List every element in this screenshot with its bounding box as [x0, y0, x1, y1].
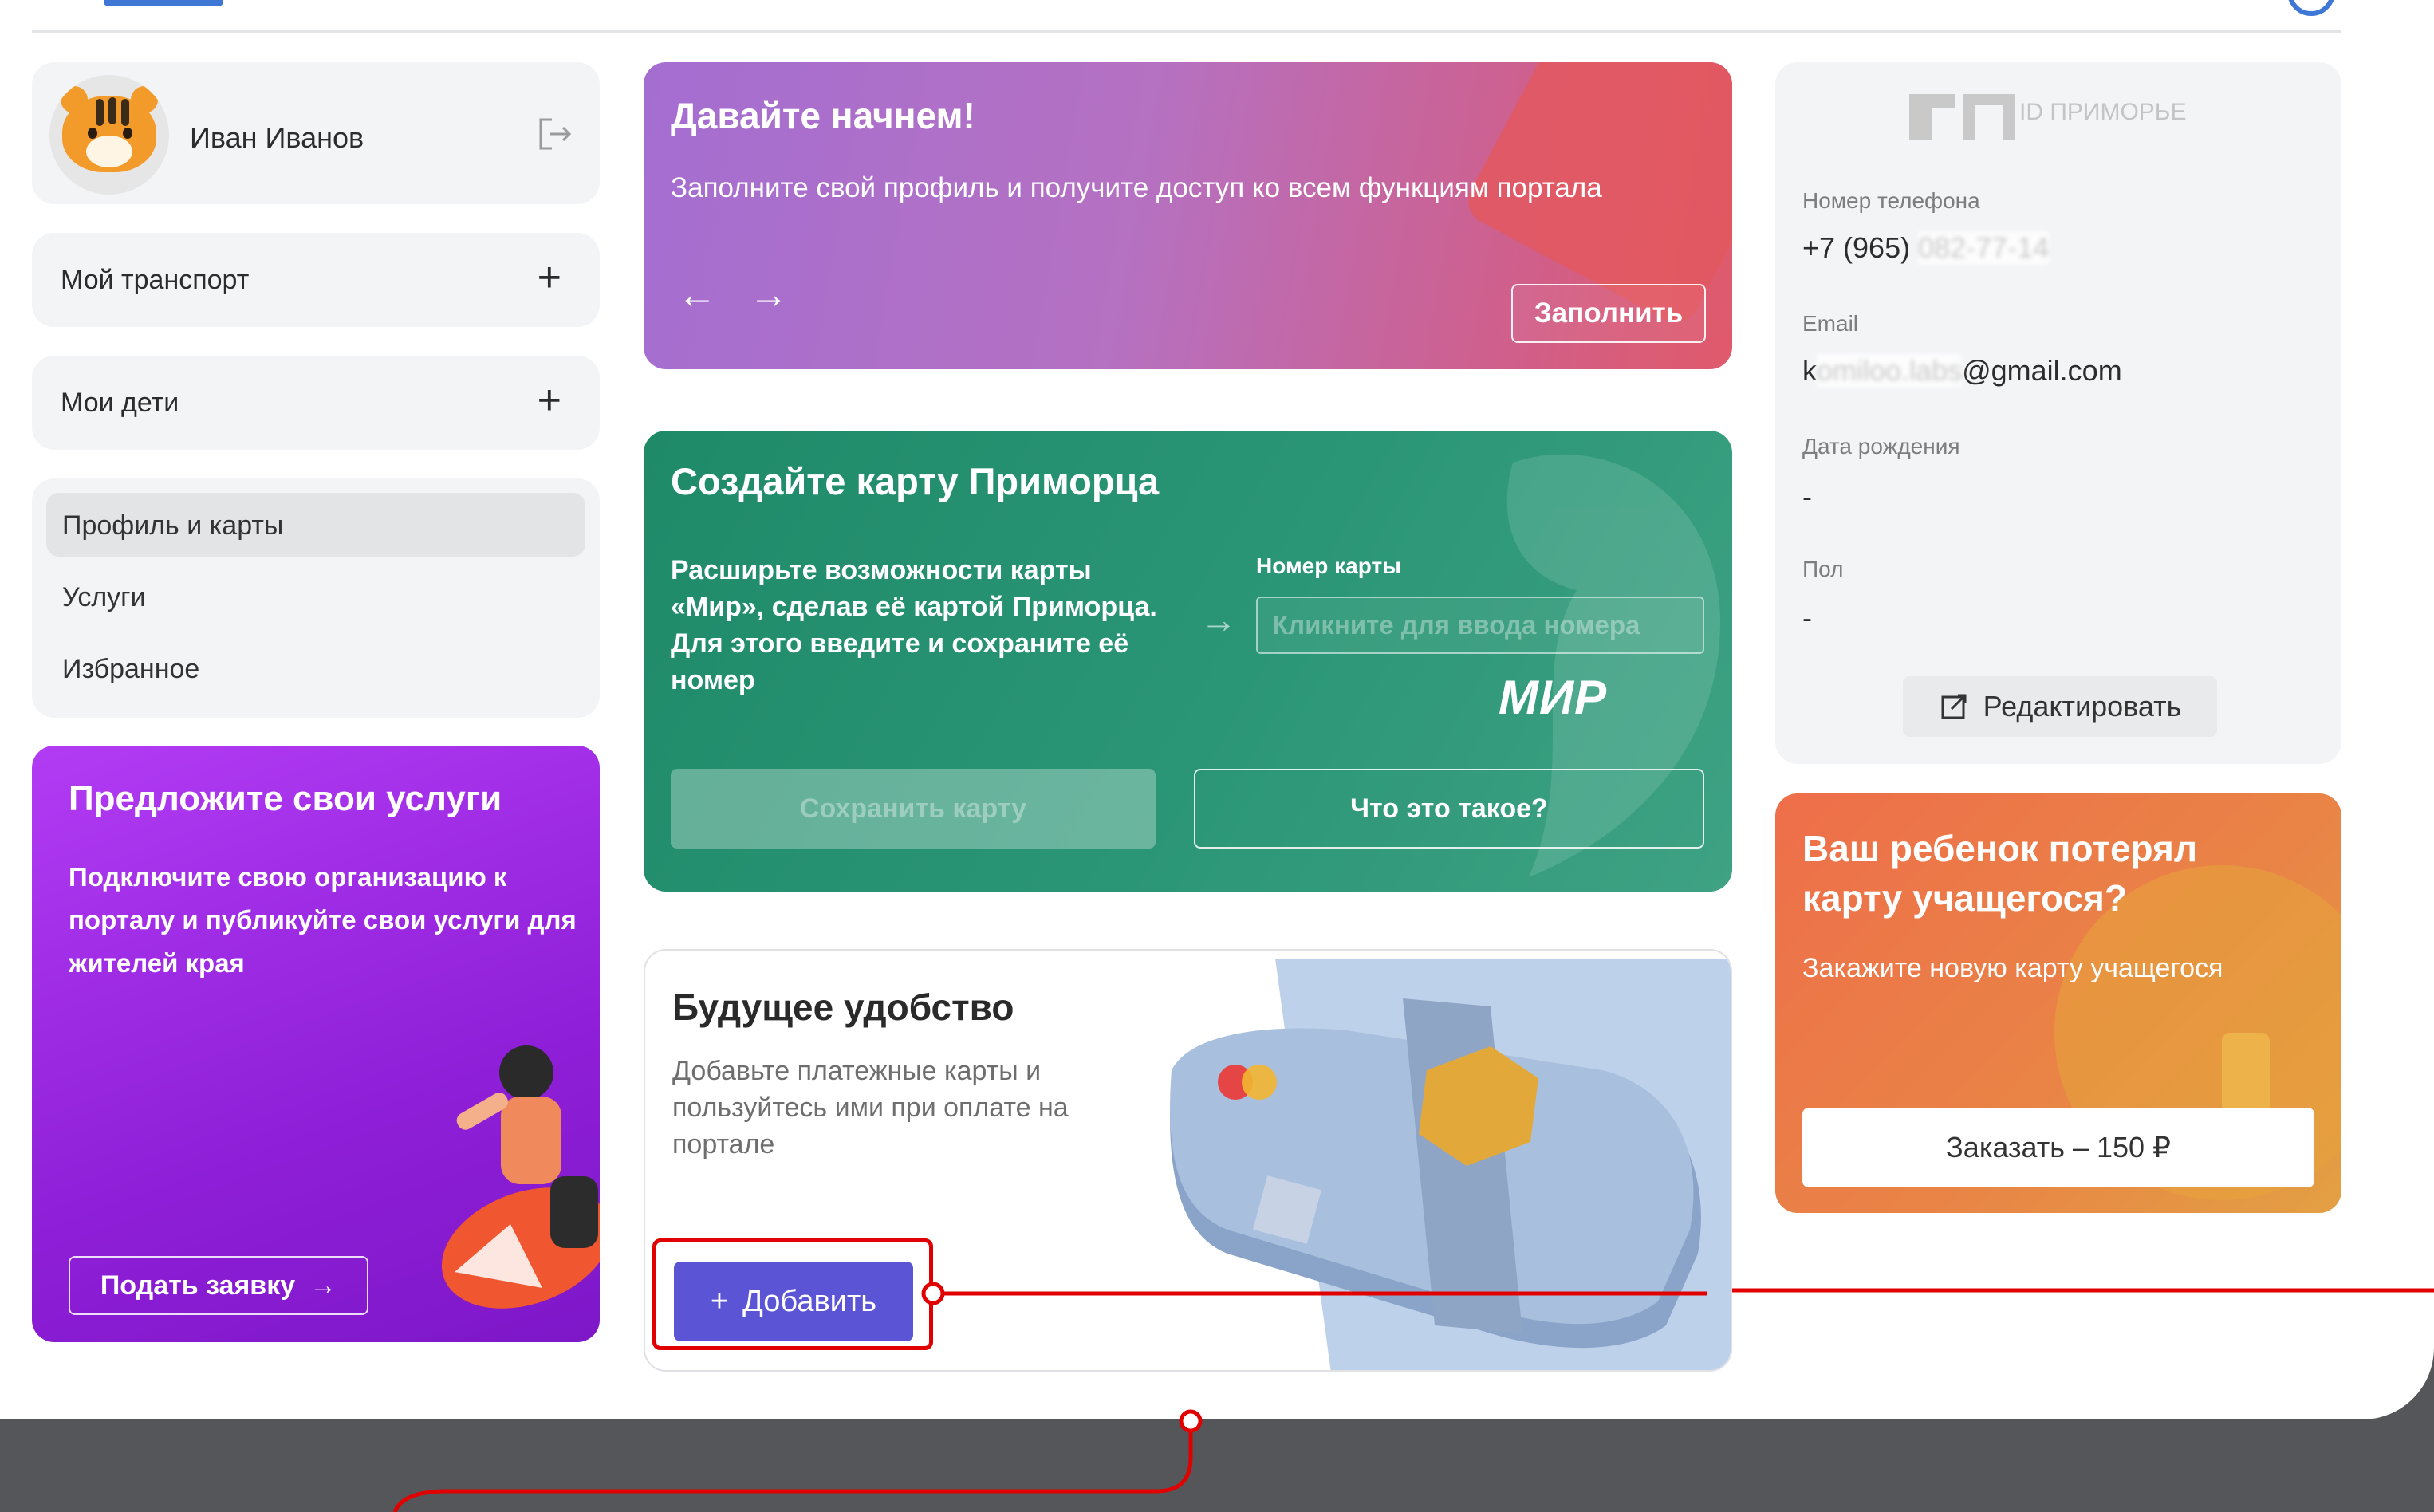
nav-item-label: Избранное: [62, 654, 200, 684]
nav-item-label: Профиль и карты: [62, 510, 284, 541]
my-transport-label: Мой транспорт: [61, 265, 250, 295]
my-children-row[interactable]: Мои дети +: [32, 356, 600, 450]
card-number-label: Номер карты: [1256, 553, 1402, 578]
lost-student-card-banner: Ваш ребенок потерял карту учащегося? Зак…: [1775, 793, 2341, 1213]
avatar[interactable]: [49, 75, 169, 195]
edit-icon: [1941, 694, 1967, 719]
side-nav: Профиль и карты Услуги Избранное: [32, 478, 600, 718]
tiger-eye: [88, 128, 97, 139]
profile-info-card: ID ПРИМОРЬЕ Номер телефона +7 (965) 082-…: [1775, 62, 2341, 764]
email-hidden-part: omiloo.labs: [1817, 354, 1963, 388]
primorets-card-banner: Создайте карту Приморца Расширьте возмож…: [644, 431, 1732, 892]
mir-card-text: Расширьте возможности карты «Мир», сдела…: [671, 555, 1157, 695]
header-logo-fragment: [104, 0, 223, 6]
email-label: Email: [1802, 311, 1859, 336]
fill-profile-button[interactable]: Заполнить: [1511, 284, 1706, 343]
nav-item-services[interactable]: Услуги: [46, 565, 585, 628]
header-avatar-fragment[interactable]: [2287, 0, 2335, 16]
future-title: Будущее удобство: [672, 986, 1014, 1028]
tiger-stripe: [121, 99, 129, 126]
birthdate-label: Дата рождения: [1802, 434, 1960, 459]
email-suffix: @gmail.com: [1962, 354, 2122, 387]
nav-item-label: Услуги: [62, 582, 146, 612]
get-started-title: Давайте начнем!: [671, 95, 975, 136]
logout-icon[interactable]: [534, 113, 576, 155]
add-child-plus-icon[interactable]: +: [538, 380, 561, 421]
header-divider: [32, 30, 2341, 33]
what-is-this-button[interactable]: Что это такое?: [1194, 769, 1704, 849]
arrow-left-icon[interactable]: ←: [677, 271, 717, 317]
user-name: Иван Иванов: [190, 121, 364, 154]
get-started-banner: Давайте начнем! Заполните свой профиль и…: [644, 62, 1732, 369]
phone-label: Номер телефона: [1802, 188, 1980, 213]
lost-card-text: Закажите новую карту учащегося: [1802, 953, 2223, 983]
my-children-label: Мои дети: [61, 388, 179, 418]
offer-services-card: Предложите свои услуги Подключите свою о…: [32, 746, 600, 1342]
lost-card-title: Ваш ребенок потерял карту учащегося?: [1802, 828, 2198, 919]
email-prefix: k: [1802, 354, 1817, 387]
rocket-rider-illustration: [441, 1045, 600, 1309]
apply-button-label: Подать заявку: [100, 1270, 296, 1301]
future-text: Добавьте платежные карты и пользуйтесь и…: [672, 1056, 1069, 1160]
profile-page: Иван Иванов Мой транспорт + Мои дети + П…: [0, 0, 2434, 1419]
arrow-right-icon[interactable]: →: [749, 271, 789, 317]
gender-value: -: [1802, 601, 1812, 634]
offer-title: Предложите свои услуги: [69, 779, 502, 818]
payment-cards-illustration: [1170, 959, 1731, 1370]
arrow-right-icon: →: [1200, 599, 1237, 640]
tiger-muzzle: [86, 136, 132, 167]
mir-logo: МИР: [1499, 671, 1608, 724]
birthdate-value: -: [1802, 480, 1812, 513]
nav-item-favorites[interactable]: Избранное: [46, 636, 585, 700]
phone-value: +7 (965) 082-77-14: [1802, 231, 2050, 265]
edit-profile-button[interactable]: Редактировать: [1903, 676, 2217, 737]
offer-text: Подключите свою организацию к порталу и …: [69, 862, 577, 978]
get-started-text: Заполните свой профиль и получите доступ…: [671, 172, 1602, 203]
save-card-button[interactable]: Сохранить карту: [671, 769, 1156, 849]
card-number-input[interactable]: [1256, 597, 1704, 654]
my-transport-row[interactable]: Мой транспорт +: [32, 233, 600, 327]
email-value: komiloo.labs@gmail.com: [1802, 354, 2122, 388]
phone-hidden-part: 082-77-14: [1918, 231, 2050, 265]
phone-visible-part: +7 (965): [1802, 231, 1911, 264]
tiger-stripe: [96, 99, 104, 126]
gender-label: Пол: [1802, 557, 1844, 581]
tiger-stripe: [108, 97, 116, 124]
tiger-eye: [123, 128, 132, 139]
order-card-button[interactable]: Заказать – 150 ₽: [1802, 1108, 2314, 1187]
add-transport-plus-icon[interactable]: +: [538, 257, 561, 298]
arrow-right-icon: →: [309, 1270, 337, 1301]
user-card: Иван Иванов: [32, 62, 600, 204]
add-button-highlight-frame: [652, 1238, 933, 1350]
mir-card-title: Создайте карту Приморца: [671, 460, 1160, 502]
nav-item-profile-cards[interactable]: Профиль и карты: [46, 493, 585, 557]
edit-button-label: Редактировать: [1983, 690, 2182, 723]
apply-button[interactable]: Подать заявку →: [69, 1256, 368, 1315]
id-logo-text: ID ПРИМОРЬЕ: [2019, 99, 2187, 125]
